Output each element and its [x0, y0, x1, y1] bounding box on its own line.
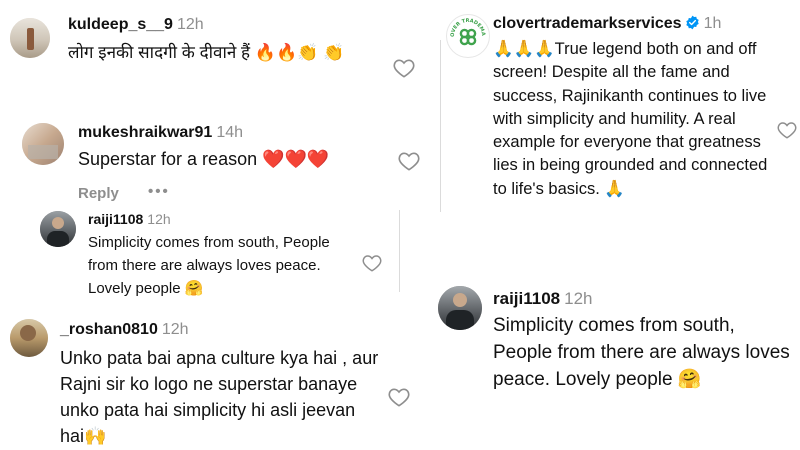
- like-heart-icon[interactable]: [388, 387, 410, 407]
- comment-text: Simplicity comes from south, People from…: [493, 315, 790, 390]
- comment-time: 12h: [147, 211, 171, 227]
- verified-badge-icon: [685, 15, 699, 30]
- comment-username[interactable]: mukeshraikwar91 14h: [78, 124, 243, 142]
- username-text[interactable]: clovertrademarkservices: [493, 15, 682, 32]
- username-text[interactable]: kuldeep_s__9: [68, 16, 173, 33]
- comment-kuldeep: kuldeep_s__9 12h लोग इनकी सादगी के दीवाने…: [0, 0, 420, 100]
- avatar[interactable]: [10, 18, 50, 58]
- comment-text: Unko pata bai apna culture kya hai , aur…: [60, 348, 379, 446]
- comment-raiji: raiji1108 12h Simplicity comes from south…: [430, 280, 800, 410]
- comment-roshan: _roshan0810 12h Unko pata bai apna cultur…: [0, 315, 420, 450]
- clover-logo-avatar[interactable]: CLOVER TRADEMARK: [446, 14, 490, 58]
- like-heart-icon[interactable]: [362, 254, 382, 272]
- comment-time: 12h: [564, 289, 593, 308]
- like-heart-icon[interactable]: [398, 151, 420, 171]
- comment-time: 1h: [703, 15, 722, 32]
- username-text[interactable]: mukeshraikwar91: [78, 124, 212, 141]
- username-text[interactable]: _roshan0810: [60, 321, 158, 338]
- username-text[interactable]: raiji1108: [88, 211, 143, 227]
- comment-text: Simplicity comes from south, People from…: [88, 234, 330, 297]
- reply-button[interactable]: Reply: [78, 185, 119, 202]
- comment-username[interactable]: clovertrademarkservices 1h: [493, 15, 721, 33]
- username-text[interactable]: raiji1108: [493, 289, 560, 308]
- comment-raiji-reply: raiji1108 12h Simplicity comes from south…: [0, 205, 420, 305]
- comment-clover: CLOVER TRADEMARK clovertrademarkservices…: [430, 0, 800, 240]
- thread-divider: [399, 210, 400, 292]
- avatar[interactable]: [40, 211, 76, 247]
- avatar[interactable]: [10, 319, 48, 357]
- comment-username[interactable]: raiji1108 12h: [88, 211, 171, 227]
- comment-time: 14h: [216, 124, 244, 141]
- avatar[interactable]: [438, 286, 482, 330]
- like-heart-icon[interactable]: [393, 58, 415, 78]
- comment-mukesh: mukeshraikwar91 14h Superstar for a reaso…: [0, 115, 420, 210]
- svg-text:CLOVER TRADEMARK: CLOVER TRADEMARK: [447, 15, 486, 37]
- comment-username[interactable]: _roshan0810 12h: [60, 321, 189, 339]
- comment-time: 12h: [176, 16, 204, 33]
- comment-time: 12h: [161, 321, 189, 338]
- logo-text: CLOVER TRADEMARK: [447, 15, 486, 37]
- comment-username[interactable]: kuldeep_s__9 12h: [68, 16, 204, 34]
- like-heart-icon[interactable]: [777, 121, 797, 139]
- comment-text: लोग इनकी सादगी के दीवाने हैं 🔥🔥👏 👏: [68, 43, 345, 62]
- avatar[interactable]: [22, 123, 64, 165]
- comment-username[interactable]: raiji1108 12h: [493, 289, 593, 309]
- comment-text: 🙏🙏🙏True legend both on and off screen! D…: [493, 40, 768, 198]
- more-dots-icon[interactable]: •••: [148, 183, 170, 200]
- comment-text: Superstar for a reason ❤️❤️❤️: [78, 149, 330, 169]
